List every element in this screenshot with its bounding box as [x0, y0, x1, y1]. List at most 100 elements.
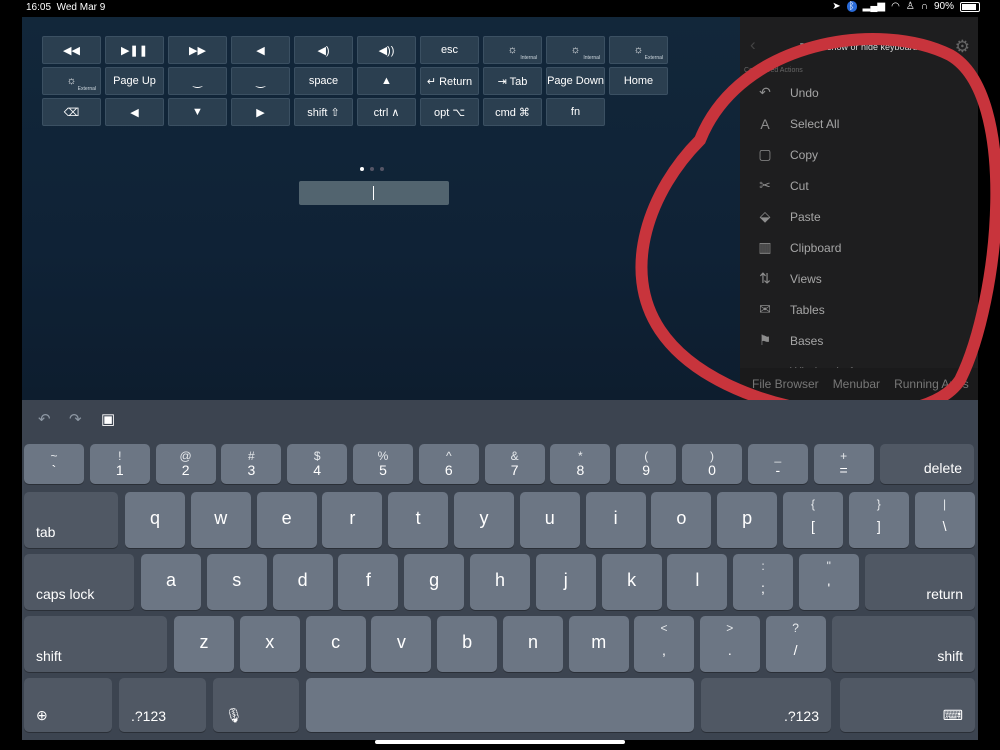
remote-key[interactable]: ▶ [231, 98, 290, 126]
remote-key[interactable]: ▶▶ [168, 36, 227, 64]
remote-key[interactable]: ◀)) [357, 36, 416, 64]
letter-key[interactable]: w [190, 492, 251, 548]
shift-key-left[interactable]: shift [24, 616, 167, 672]
letter-key[interactable]: d [272, 554, 333, 610]
remote-key[interactable]: ‿ [231, 67, 290, 95]
key[interactable]: _ - [747, 444, 808, 484]
remote-key[interactable]: cmd ⌘ [483, 98, 542, 126]
letter-key[interactable]: b [437, 616, 498, 672]
key[interactable]: ? / [765, 616, 826, 672]
letter-key[interactable]: a [141, 554, 201, 610]
action-item[interactable]: ▢ Copy [740, 139, 978, 170]
shift-key-right[interactable]: shift [832, 616, 975, 672]
remote-key[interactable]: ☼ External [42, 67, 101, 95]
remote-key[interactable]: ◀◀ [42, 36, 101, 64]
key[interactable]: >. [699, 616, 760, 672]
remote-key[interactable]: ⌫ [42, 98, 101, 126]
redo-icon[interactable]: ↷ [69, 410, 82, 428]
action-item[interactable]: ✉ Tables [740, 294, 978, 325]
key[interactable]: :; [733, 554, 793, 610]
text-input[interactable] [299, 181, 449, 205]
key[interactable]: | \ [914, 492, 975, 548]
chevron-left-icon[interactable]: ‹ [750, 35, 756, 55]
letter-key[interactable]: e [256, 492, 317, 548]
key[interactable]: {[ [783, 492, 843, 548]
key[interactable]: * 8 [550, 444, 611, 484]
letter-key[interactable]: l [667, 554, 728, 610]
key[interactable]: ) 0 [682, 444, 742, 484]
key[interactable]: }] [848, 492, 909, 548]
numbers-key-left[interactable]: .?123 [119, 678, 206, 732]
numbers-key-right[interactable]: .?123 [701, 678, 831, 732]
tab-running-apps[interactable]: Running Apps [894, 377, 969, 391]
letter-key[interactable]: i [585, 492, 646, 548]
letter-key[interactable]: n [503, 616, 563, 672]
letter-key[interactable]: f [338, 554, 399, 610]
remote-key[interactable]: ◀) [294, 36, 353, 64]
key[interactable]: #3 [221, 444, 282, 484]
key[interactable]: <, [634, 616, 694, 672]
action-item[interactable]: A Select All [740, 108, 978, 139]
letter-key[interactable]: r [322, 492, 383, 548]
caps-lock-key[interactable]: caps lock [24, 554, 134, 610]
remote-key[interactable]: ▲ [357, 67, 416, 95]
key[interactable]: ^ 6 [418, 444, 479, 484]
remote-key[interactable]: ctrl ∧ [357, 98, 416, 126]
remote-key[interactable]: ↵ Return [420, 67, 479, 95]
action-item[interactable]: ⬙ Paste [740, 201, 978, 232]
letter-key[interactable]: s [206, 554, 267, 610]
action-item[interactable]: ↶ Undo [740, 77, 978, 108]
gear-icon[interactable]: ⚙ [955, 37, 970, 57]
home-indicator[interactable] [375, 740, 625, 744]
remote-key[interactable]: ◀ [105, 98, 164, 126]
remote-key[interactable]: ‿ [168, 67, 227, 95]
key[interactable]: ! 1 [89, 444, 150, 484]
letter-key[interactable]: c [305, 616, 366, 672]
remote-key[interactable]: ⇥ Tab [483, 67, 542, 95]
action-item[interactable]: ✂ Cut [740, 170, 978, 201]
remote-key[interactable]: Page Up [105, 67, 164, 95]
remote-key[interactable]: fn [546, 98, 605, 126]
remote-key[interactable]: ▼ [168, 98, 227, 126]
letter-key[interactable]: h [470, 554, 530, 610]
remote-key[interactable]: esc [420, 36, 479, 64]
remote-key[interactable]: Home [609, 67, 668, 95]
key[interactable]: ⌨ [840, 678, 975, 732]
key[interactable]: @2 [155, 444, 216, 484]
remote-key[interactable]: space [294, 67, 353, 95]
space-bar[interactable] [306, 678, 694, 732]
remote-key[interactable]: ☼ Internal [483, 36, 542, 64]
key[interactable]: & 7 [484, 444, 545, 484]
letter-key[interactable]: o [651, 492, 712, 548]
letter-key[interactable]: z [174, 616, 234, 672]
letter-key[interactable]: q [125, 492, 185, 548]
key[interactable]: $4 [287, 444, 348, 484]
letter-key[interactable]: p [717, 492, 778, 548]
remote-key[interactable]: ☼ External [609, 36, 668, 64]
letter-key[interactable]: y [454, 492, 514, 548]
key[interactable]: ~ ` [24, 444, 84, 484]
key[interactable]: ⊕ [24, 678, 112, 732]
key[interactable]: (9 [616, 444, 677, 484]
remote-key[interactable]: ▶❚❚ [105, 36, 164, 64]
tab-menubar[interactable]: Menubar [833, 377, 880, 391]
key[interactable]: % 5 [353, 444, 413, 484]
delete-key[interactable]: delete [880, 444, 974, 484]
tab-file-browser[interactable]: File Browser [752, 377, 819, 391]
remote-key[interactable]: ☼ Internal [546, 36, 605, 64]
letter-key[interactable]: x [239, 616, 300, 672]
page-indicator[interactable] [360, 167, 384, 171]
letter-key[interactable]: k [601, 554, 662, 610]
panel-header[interactable]: ‹ Tap to show or hide keyboard ⚙ [740, 17, 978, 67]
letter-key[interactable]: j [535, 554, 596, 610]
letter-key[interactable]: t [388, 492, 449, 548]
remote-key[interactable]: shift ⇧ [294, 98, 353, 126]
letter-key[interactable]: m [568, 616, 629, 672]
key[interactable]: " ' [798, 554, 859, 610]
return-key[interactable]: return [865, 554, 975, 610]
action-item[interactable]: ⚑ Bases [740, 325, 978, 356]
key[interactable]: 🎙 [213, 678, 299, 732]
letter-key[interactable]: u [519, 492, 580, 548]
remote-key[interactable]: Page Down [546, 67, 605, 95]
keyboard-toggle-hint[interactable]: Tap to show or hide keyboard [800, 42, 918, 52]
